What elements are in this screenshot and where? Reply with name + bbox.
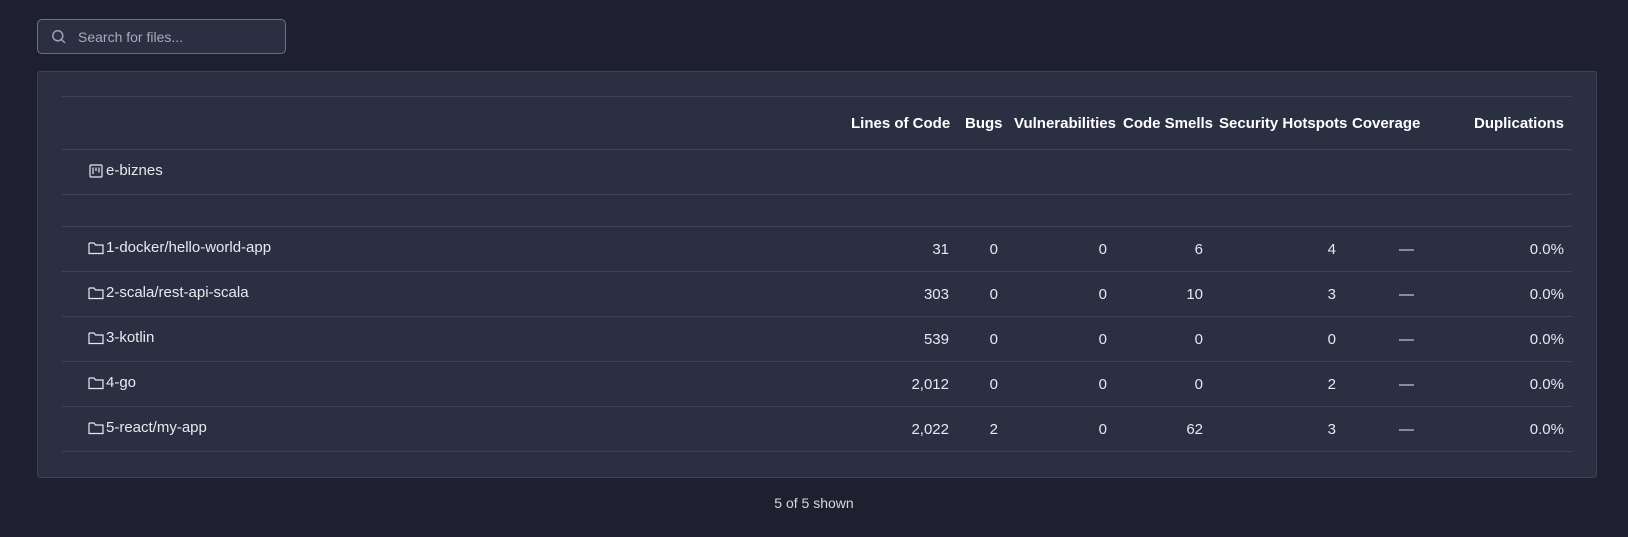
folder-name: 2-scala/rest-api-scala	[106, 284, 249, 302]
folder-name: 3-kotlin	[106, 329, 155, 347]
lines-of-code-value[interactable]: 31	[843, 227, 957, 272]
project-name-cell[interactable]: e-biznes	[62, 150, 843, 195]
code-smells-value[interactable]: 62	[1115, 407, 1211, 452]
vulnerabilities-value[interactable]: 0	[1006, 407, 1115, 452]
table-row[interactable]: 3-kotlin 539 0 0 0 0 — 0.0%	[62, 317, 1572, 362]
measures-card: Lines of Code Bugs Vulnerabilities Code …	[37, 71, 1597, 478]
folder-name-cell[interactable]: 4-go	[62, 362, 843, 407]
vulnerabilities-value[interactable]: 0	[1006, 317, 1115, 362]
vulnerabilities-value[interactable]: 0	[1006, 272, 1115, 317]
bugs-value[interactable]: 0	[957, 272, 1006, 317]
table-row[interactable]: 2-scala/rest-api-scala 303 0 0 10 3 — 0.…	[62, 272, 1572, 317]
folder-icon	[88, 285, 104, 301]
code-smells-value[interactable]: 0	[1115, 362, 1211, 407]
folder-icon	[88, 330, 104, 346]
spacer-row	[62, 195, 1572, 227]
code-smells-value[interactable]: 10	[1115, 272, 1211, 317]
header-duplications[interactable]: Duplications	[1422, 97, 1572, 150]
bugs-value[interactable]: 0	[957, 317, 1006, 362]
bugs-value[interactable]: 2	[957, 407, 1006, 452]
project-row[interactable]: e-biznes	[62, 150, 1572, 195]
vulnerabilities-value[interactable]: 0	[1006, 362, 1115, 407]
table-header-row: Lines of Code Bugs Vulnerabilities Code …	[62, 96, 1572, 150]
table-row[interactable]: 4-go 2,012 0 0 0 2 — 0.0%	[62, 362, 1572, 407]
folder-name: 5-react/my-app	[106, 419, 207, 437]
shown-count: 5 of 5 shown	[774, 495, 854, 511]
lines-of-code-value[interactable]: 2,022	[843, 407, 957, 452]
vulnerabilities-value[interactable]: 0	[1006, 227, 1115, 272]
security-hotspots-value[interactable]: 3	[1211, 272, 1344, 317]
security-hotspots-value[interactable]: 2	[1211, 362, 1344, 407]
bugs-value[interactable]: 0	[957, 227, 1006, 272]
project-icon	[88, 163, 104, 179]
project-name: e-biznes	[106, 162, 163, 180]
code-smells-value[interactable]: 6	[1115, 227, 1211, 272]
header-security-hotspots[interactable]: Security Hotspots	[1211, 97, 1347, 150]
folder-name-cell[interactable]: 5-react/my-app	[62, 407, 843, 452]
header-name	[62, 97, 843, 150]
folder-icon	[88, 375, 104, 391]
code-smells-value[interactable]: 0	[1115, 317, 1211, 362]
lines-of-code-value[interactable]: 539	[843, 317, 957, 362]
lines-of-code-value[interactable]: 303	[843, 272, 957, 317]
coverage-value: —	[1399, 240, 1414, 258]
header-lines-of-code[interactable]: Lines of Code	[843, 97, 957, 150]
coverage-value: —	[1399, 375, 1414, 393]
folder-icon	[88, 420, 104, 436]
search-icon	[50, 28, 68, 46]
search-box[interactable]	[37, 19, 286, 54]
bugs-value[interactable]: 0	[957, 362, 1006, 407]
folder-name-cell[interactable]: 1-docker/hello-world-app	[62, 227, 843, 272]
measures-table: Lines of Code Bugs Vulnerabilities Code …	[62, 96, 1572, 452]
duplications-value[interactable]: 0.0%	[1422, 407, 1572, 452]
folder-name: 1-docker/hello-world-app	[106, 239, 272, 257]
duplications-value[interactable]: 0.0%	[1422, 272, 1572, 317]
folder-name-cell[interactable]: 2-scala/rest-api-scala	[62, 272, 843, 317]
coverage-value: —	[1399, 420, 1414, 438]
folder-icon	[88, 240, 104, 256]
header-code-smells[interactable]: Code Smells	[1115, 97, 1213, 150]
duplications-value[interactable]: 0.0%	[1422, 227, 1572, 272]
duplications-value[interactable]: 0.0%	[1422, 362, 1572, 407]
folder-name: 4-go	[106, 374, 137, 392]
duplications-value[interactable]: 0.0%	[1422, 317, 1572, 362]
security-hotspots-value[interactable]: 3	[1211, 407, 1344, 452]
folder-name-cell[interactable]: 3-kotlin	[62, 317, 843, 362]
header-coverage[interactable]: Coverage	[1344, 97, 1422, 150]
lines-of-code-value[interactable]: 2,012	[843, 362, 957, 407]
header-bugs[interactable]: Bugs	[957, 97, 1006, 150]
coverage-value: —	[1399, 330, 1414, 348]
table-row[interactable]: 1-docker/hello-world-app 31 0 0 6 4 — 0.…	[62, 227, 1572, 272]
security-hotspots-value[interactable]: 0	[1211, 317, 1344, 362]
search-input[interactable]	[78, 28, 285, 45]
coverage-value: —	[1399, 285, 1414, 303]
table-row[interactable]: 5-react/my-app 2,022 2 0 62 3 — 0.0%	[62, 407, 1572, 452]
security-hotspots-value[interactable]: 4	[1211, 227, 1344, 272]
header-vulnerabilities[interactable]: Vulnerabilities	[1006, 97, 1116, 150]
